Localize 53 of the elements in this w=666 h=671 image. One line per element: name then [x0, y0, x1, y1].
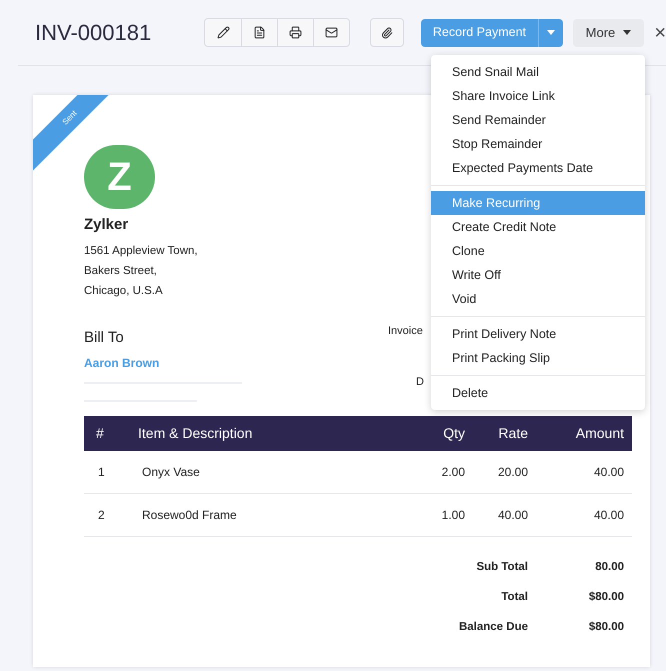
caret-icon [623, 30, 632, 35]
menu-item[interactable]: Print Packing Slip [431, 346, 645, 370]
menu-item[interactable]: Print Delivery Note [431, 322, 645, 346]
menu-item[interactable]: Stop Remainder [431, 132, 645, 156]
attach-button[interactable] [370, 18, 404, 47]
address-line: Chicago, U.S.A [84, 284, 163, 298]
bill-to-label: Bill To [84, 328, 125, 348]
total-value: $80.00 [588, 590, 624, 606]
record-payment-dropdown-button[interactable] [538, 18, 563, 46]
date-label: D [416, 375, 424, 390]
table-cell-text: 40.00 [592, 507, 624, 524]
table-cell-text: 1 [97, 464, 106, 481]
menu-item[interactable]: Clone [431, 239, 645, 263]
table-cell-text: Onyx Vase [141, 464, 201, 481]
menu-item[interactable]: Send Remainder [431, 108, 645, 132]
company-name: Zylker [84, 215, 128, 235]
invoice-number-title: INV-000181 [35, 19, 152, 47]
close-icon[interactable]: × [654, 18, 666, 48]
menu-item[interactable]: Delete [431, 381, 645, 405]
table-cell-text: 2.00 [440, 464, 465, 481]
total-label: Balance Due [458, 620, 528, 636]
column-header: Amount [574, 424, 624, 443]
table-cell-text: Rosewo0d Frame [141, 507, 238, 524]
total-value: $80.00 [588, 620, 624, 636]
column-header: Item & Description [138, 424, 254, 443]
menu-item[interactable]: Void [431, 287, 645, 311]
menu-item[interactable]: Share Invoice Link [431, 84, 645, 108]
logo-letter: Z [107, 154, 132, 201]
address-line: Bakers Street, [84, 264, 157, 278]
total-label: Total [500, 590, 528, 606]
paperclip-icon [381, 26, 394, 38]
menu-item[interactable]: Expected Payments Date [431, 156, 645, 180]
menu-item[interactable]: Send Snail Mail [431, 60, 645, 84]
invoice-label: Invoice [388, 324, 424, 338]
more-button[interactable]: More [572, 18, 644, 46]
table-cell-text: 40.00 [592, 464, 624, 481]
menu-item[interactable]: Create Credit Note [431, 215, 645, 239]
mail-icon [325, 26, 338, 39]
table-cell-text: 2 [97, 507, 106, 524]
column-header: Rate [497, 424, 528, 443]
table-cell-text: 20.00 [496, 464, 528, 481]
print-icon [289, 26, 302, 39]
column-header: # [95, 424, 105, 443]
pencil-icon [216, 26, 230, 39]
address-line: 1561 Appleview Town, [84, 244, 198, 258]
total-value: 80.00 [594, 560, 624, 576]
pdf-file-icon [253, 26, 266, 39]
column-header: Qty [442, 424, 465, 443]
table-cell-text: 40.00 [496, 507, 528, 524]
total-label: Sub Total [475, 560, 528, 576]
menu-item[interactable]: Write Off [431, 263, 645, 287]
caret-icon [546, 30, 555, 35]
table-cell-text: 1.00 [440, 507, 465, 524]
